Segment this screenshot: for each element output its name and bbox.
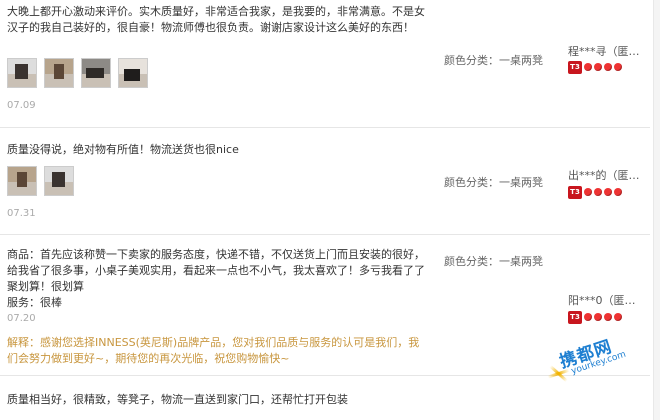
heart-icon — [604, 188, 612, 196]
review-image-thumb[interactable] — [81, 58, 111, 88]
sku-value: 一桌两凳 — [499, 54, 543, 67]
sku-value: 一桌两凳 — [499, 255, 543, 268]
seller-reply: 解释：感谢您选择INNESS(英尼斯)品牌产品，您对我们品质与服务的认可是我们，… — [7, 335, 427, 367]
review-content: 质量没得说，绝对物有所值！物流送货也很nice — [7, 143, 239, 156]
review-item: 大晚上都开心激动来评价。实木质量好，非常适合我家，是我要的，非常满意。不是女汉子… — [0, 0, 650, 128]
review-image-thumb[interactable] — [7, 58, 37, 88]
reviewer-name[interactable]: 阳***0（匿… — [568, 292, 636, 308]
buyer-credit: T3 — [568, 185, 622, 199]
sku-info: 颜色分类：一桌两凳 — [444, 253, 543, 269]
review-images — [7, 58, 148, 88]
heart-icon — [614, 63, 622, 71]
review-image-thumb[interactable] — [44, 166, 74, 196]
sku-label: 颜色分类： — [444, 255, 499, 268]
sku-value: 一桌两凳 — [499, 176, 543, 189]
sku-label: 颜色分类： — [444, 176, 499, 189]
heart-icon — [614, 188, 622, 196]
heart-icon — [584, 188, 592, 196]
heart-icon — [584, 313, 592, 321]
heart-icon — [604, 63, 612, 71]
review-content: 质量相当好，很精致，等凳子，物流一直送到家门口，还帮忙打开包装 — [7, 393, 348, 406]
heart-icon — [614, 313, 622, 321]
review-image-thumb[interactable] — [44, 58, 74, 88]
tier-badge-icon: T3 — [568, 185, 582, 199]
heart-icon — [604, 313, 612, 321]
heart-icon — [594, 188, 602, 196]
review-date: 07.09 — [7, 100, 36, 111]
review-images — [7, 166, 74, 196]
review-content: 大晚上都开心激动来评价。实木质量好，非常适合我家，是我要的，非常满意。不是女汉子… — [7, 5, 425, 34]
review-date: 07.20 — [7, 313, 36, 324]
reply-text: 感谢您选择INNESS(英尼斯)品牌产品，您对我们品质与服务的认可是我们，我们会… — [7, 336, 420, 365]
tier-badge-icon: T3 — [568, 60, 582, 74]
buyer-credit: T3 — [568, 310, 622, 324]
review-service: 服务：很棒 — [7, 296, 62, 309]
buyer-credit: T3 — [568, 60, 622, 74]
sku-info: 颜色分类：一桌两凳 — [444, 52, 543, 68]
heart-icon — [594, 313, 602, 321]
reviewer-name[interactable]: 出***的（匿… — [568, 167, 640, 183]
review-content: 商品：首先应该称赞一下卖家的服务态度，快递不错，不仅送货上门而且安装的很好，给我… — [7, 248, 425, 293]
heart-icon — [594, 63, 602, 71]
heart-icon — [584, 63, 592, 71]
reviewer-name[interactable]: 程***寻（匿… — [568, 43, 640, 59]
sku-label: 颜色分类： — [444, 54, 499, 67]
sku-info: 颜色分类：一桌两凳 — [444, 174, 543, 190]
review-image-thumb[interactable] — [7, 166, 37, 196]
review-item: 质量没得说，绝对物有所值！物流送货也很nice 07.31 颜色分类：一桌两凳 … — [0, 128, 650, 235]
review-date: 07.31 — [7, 208, 36, 219]
review-image-thumb[interactable] — [118, 58, 148, 88]
tier-badge-icon: T3 — [568, 310, 582, 324]
reply-label: 解释： — [7, 336, 40, 349]
